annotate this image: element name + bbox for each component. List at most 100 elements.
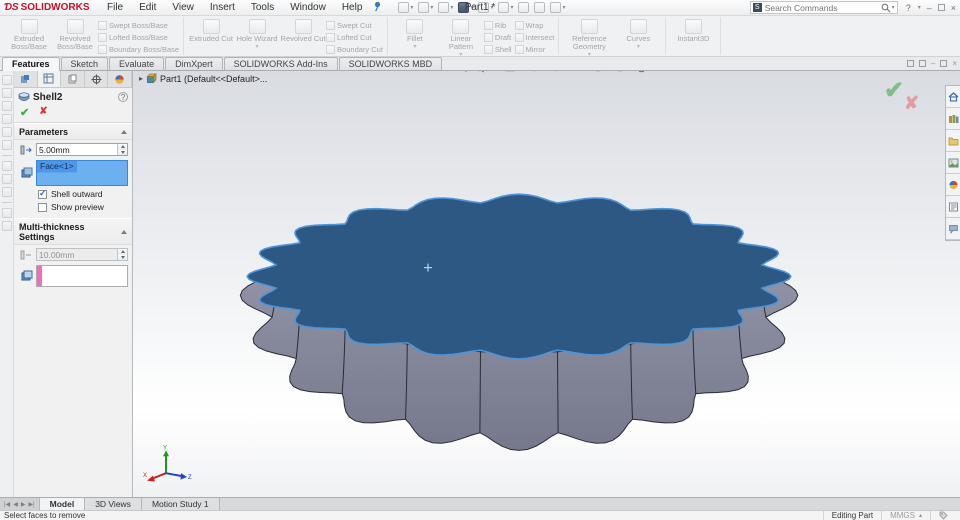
sketch-tool-2-icon[interactable] bbox=[1, 174, 12, 184]
menu-tools[interactable]: Tools bbox=[244, 1, 281, 14]
view-cube-6-icon[interactable] bbox=[1, 140, 12, 150]
hole-wizard-button[interactable]: Hole Wizard ▾ bbox=[234, 18, 280, 50]
thickness-field[interactable] bbox=[36, 143, 128, 156]
minimize-document-button[interactable]: – bbox=[931, 59, 935, 68]
extruded-boss-base-button[interactable]: Extruded Boss/Base bbox=[6, 18, 52, 51]
featuremanager-tree-tab[interactable] bbox=[14, 71, 38, 87]
search-scope-icon[interactable]: S bbox=[752, 3, 762, 12]
apply-scene-icon[interactable] bbox=[613, 71, 626, 73]
instant3d-button[interactable]: Instant3D bbox=[670, 18, 716, 43]
mirror-button[interactable]: Mirror bbox=[514, 44, 555, 55]
faces-to-remove-list[interactable]: Face<1> bbox=[36, 160, 128, 186]
swept-boss-base-button[interactable]: Swept Boss/Base bbox=[98, 20, 179, 31]
tags-icon[interactable] bbox=[930, 511, 956, 520]
search-commands-box[interactable]: S ▾ bbox=[749, 1, 898, 14]
tab-features[interactable]: Features bbox=[2, 57, 60, 71]
solidworks-resources-icon[interactable] bbox=[946, 86, 960, 108]
confirm-cancel-button[interactable]: ✘ bbox=[904, 93, 919, 114]
section-view-icon[interactable] bbox=[503, 71, 516, 73]
extruded-cut-button[interactable]: Extruded Cut bbox=[188, 18, 234, 43]
rib-button[interactable]: Rib bbox=[483, 20, 512, 31]
displaymanager-tab[interactable] bbox=[108, 71, 132, 87]
view-cube-5-icon[interactable] bbox=[1, 127, 12, 137]
view-settings-icon[interactable] bbox=[635, 71, 648, 73]
shell-button[interactable]: Shell bbox=[483, 44, 512, 55]
view-cube-3-icon[interactable] bbox=[1, 101, 12, 111]
select-button[interactable]: ▾ bbox=[496, 1, 515, 14]
open-button[interactable]: ▾ bbox=[416, 1, 435, 14]
revolved-boss-base-button[interactable]: Revolved Boss/Base bbox=[52, 18, 98, 51]
scroll-prev-button[interactable]: ◀ bbox=[12, 501, 19, 508]
scroll-next-button[interactable]: ▶ bbox=[20, 501, 27, 508]
tab-solidworks-mbd[interactable]: SOLIDWORKS MBD bbox=[338, 57, 443, 70]
cancel-button[interactable]: ✘ bbox=[39, 106, 47, 119]
multi-thickness-faces-list[interactable] bbox=[36, 265, 128, 287]
appearances-scenes-icon[interactable] bbox=[946, 174, 960, 196]
thickness-input[interactable] bbox=[37, 144, 117, 155]
view-cube-2-icon[interactable] bbox=[1, 88, 12, 98]
menu-view[interactable]: View bbox=[165, 1, 201, 14]
view-orientation-icon[interactable] bbox=[525, 71, 538, 73]
wrap-button[interactable]: Wrap bbox=[514, 20, 555, 31]
previous-view-icon[interactable] bbox=[487, 71, 500, 73]
menu-window[interactable]: Window bbox=[283, 1, 333, 14]
minimize-button[interactable]: – bbox=[927, 3, 932, 13]
scroll-first-button[interactable]: |◀ bbox=[3, 501, 11, 508]
help-button[interactable]: ? bbox=[906, 3, 911, 13]
boundary-boss-base-button[interactable]: Boundary Boss/Base bbox=[98, 44, 179, 55]
tab-solidworks-add-ins[interactable]: SOLIDWORKS Add-Ins bbox=[223, 57, 338, 70]
view-palette-icon[interactable] bbox=[946, 152, 960, 174]
sketch-tool-3-icon[interactable] bbox=[1, 187, 12, 197]
propertymanager-tab[interactable] bbox=[37, 71, 62, 87]
feature-tree-root[interactable]: Part1 (Default<<Default>... bbox=[160, 74, 267, 84]
view-cube-4-icon[interactable] bbox=[1, 114, 12, 124]
close-button[interactable]: × bbox=[951, 3, 956, 13]
tab-motion-study-1[interactable]: Motion Study 1 bbox=[141, 498, 220, 510]
extra-tool-1-icon[interactable] bbox=[1, 208, 12, 218]
show-preview-option[interactable]: Show preview bbox=[14, 200, 132, 213]
new-button[interactable]: ▾ bbox=[396, 1, 415, 14]
revolved-cut-button[interactable]: Revolved Cut bbox=[280, 18, 326, 43]
thickness-spinner[interactable] bbox=[117, 144, 127, 155]
custom-properties-icon[interactable] bbox=[946, 196, 960, 218]
pin-menubar-icon[interactable] bbox=[373, 1, 382, 15]
rebuild-button[interactable] bbox=[516, 1, 531, 14]
confirm-ok-button[interactable]: ✔ bbox=[884, 76, 904, 105]
menu-edit[interactable]: Edit bbox=[132, 1, 163, 14]
multi-thickness-section-header[interactable]: Multi-thickness Settings bbox=[14, 218, 132, 245]
save-button[interactable]: ▾ bbox=[436, 1, 455, 14]
units-selector[interactable]: MMGS ▴ bbox=[881, 511, 930, 520]
menu-help[interactable]: Help bbox=[335, 1, 370, 14]
print-button[interactable]: ▾ bbox=[456, 1, 475, 14]
ok-button[interactable]: ✔ bbox=[20, 106, 29, 119]
parameters-section-header[interactable]: Parameters bbox=[14, 123, 132, 140]
intersect-button[interactable]: Intersect bbox=[514, 32, 554, 43]
show-preview-checkbox[interactable] bbox=[38, 202, 47, 212]
restore-button[interactable] bbox=[937, 4, 945, 11]
options-button[interactable]: ▾ bbox=[548, 1, 567, 14]
boundary-cut-button[interactable]: Boundary Cut bbox=[326, 44, 383, 55]
extra-tool-2-icon[interactable] bbox=[1, 221, 12, 231]
help-icon[interactable]: ? bbox=[118, 92, 128, 102]
shell-outward-checkbox[interactable] bbox=[38, 188, 47, 199]
linear-pattern-button[interactable]: Linear Pattern ▾ bbox=[438, 18, 484, 58]
file-explorer-icon[interactable] bbox=[946, 130, 960, 152]
tab-evaluate[interactable]: Evaluate bbox=[109, 57, 165, 70]
tab-sketch[interactable]: Sketch bbox=[60, 57, 109, 70]
model-canvas[interactable]: Y X Z bbox=[133, 71, 960, 497]
expand-tree-icon[interactable]: ▸ bbox=[139, 74, 143, 83]
search-icon[interactable] bbox=[881, 3, 891, 13]
zoom-to-area-icon[interactable] bbox=[471, 71, 484, 73]
solidworks-forum-icon[interactable] bbox=[946, 218, 960, 240]
design-library-icon[interactable] bbox=[946, 108, 960, 130]
display-style-icon[interactable] bbox=[547, 71, 560, 73]
draft-button[interactable]: Draft bbox=[483, 32, 512, 43]
commandmanager-option2-icon[interactable] bbox=[918, 60, 926, 67]
reference-geometry-button[interactable]: Reference Geometry ▾ bbox=[563, 18, 615, 58]
curves-button[interactable]: Curves ▾ bbox=[615, 18, 661, 50]
swept-cut-button[interactable]: Swept Cut bbox=[326, 20, 383, 31]
commandmanager-option-icon[interactable] bbox=[906, 60, 914, 67]
tab-dimxpert[interactable]: DimXpert bbox=[165, 57, 223, 70]
menu-insert[interactable]: Insert bbox=[203, 1, 242, 14]
fillet-button[interactable]: Fillet ▾ bbox=[392, 18, 438, 50]
